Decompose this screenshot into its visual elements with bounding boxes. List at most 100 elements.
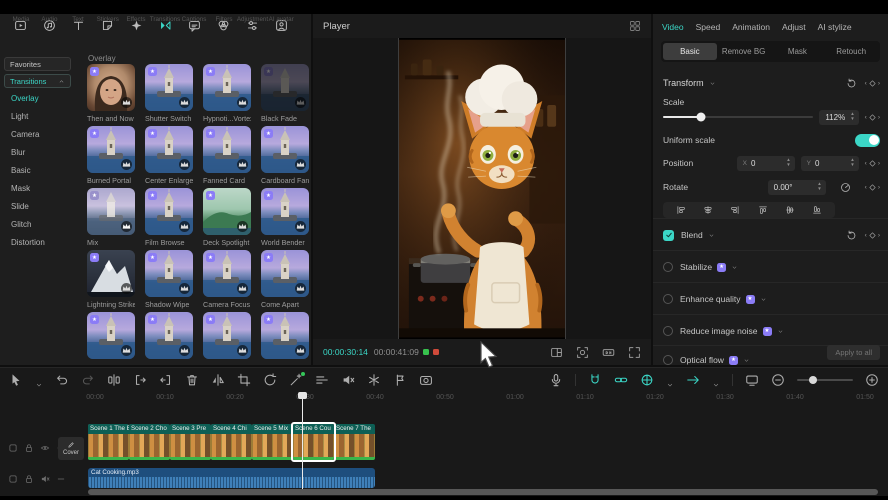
delete-icon[interactable] bbox=[185, 373, 199, 387]
beat-icon[interactable] bbox=[393, 373, 407, 387]
apply-to-all-button[interactable]: Apply to all bbox=[827, 345, 880, 360]
camera-icon[interactable] bbox=[419, 373, 433, 387]
audio-clip[interactable]: Cat Cooking.mp3 bbox=[88, 468, 375, 488]
framebox-icon[interactable] bbox=[8, 443, 18, 453]
ribbon-item-adjustment[interactable]: Adjustment bbox=[238, 19, 267, 50]
sidebar-item-slide[interactable]: Slide bbox=[11, 202, 29, 211]
uniform-scale-toggle[interactable] bbox=[855, 134, 880, 147]
select-icon[interactable] bbox=[9, 373, 23, 387]
chevron-down-icon[interactable] bbox=[731, 264, 738, 271]
ribbon-item-audio[interactable]: Audio bbox=[35, 19, 64, 50]
transition-item[interactable]: ★ bbox=[261, 312, 309, 359]
ribbon-item-media[interactable]: Media bbox=[6, 19, 35, 50]
position-keyframe[interactable]: ‹› bbox=[865, 159, 880, 168]
transition-item[interactable]: ★ bbox=[145, 312, 193, 359]
timeline-clip[interactable]: Scene 4 Chi bbox=[211, 424, 252, 460]
position-y-stepper[interactable]: ▲▼ bbox=[850, 158, 854, 167]
ribbon-item-transitions[interactable]: Transitions bbox=[151, 19, 180, 50]
align-t-icon[interactable] bbox=[758, 205, 768, 215]
sidebar-item-basic[interactable]: Basic bbox=[11, 166, 31, 175]
playhead[interactable] bbox=[302, 393, 303, 489]
sidebar-item-overlay[interactable]: Overlay bbox=[11, 94, 39, 103]
split-icon[interactable] bbox=[107, 373, 121, 387]
ribbon-item-ai-avatar[interactable]: AI avatar bbox=[267, 19, 296, 50]
scale-value-box[interactable]: 112% ▲▼ bbox=[819, 110, 858, 125]
sidebar-favorites-button[interactable]: Favorites bbox=[4, 57, 71, 71]
clip-selection-box[interactable] bbox=[291, 422, 336, 462]
rotate-dial-icon[interactable] bbox=[840, 182, 851, 193]
transition-item[interactable]: ★Mix bbox=[87, 188, 135, 247]
timeline-clip[interactable]: Scene 7 The bbox=[334, 424, 375, 460]
ribbon-item-text[interactable]: Text bbox=[64, 19, 93, 50]
mute-icon[interactable] bbox=[40, 474, 50, 484]
transition-item[interactable]: ★Burned Portal bbox=[87, 126, 135, 185]
chevron-down-icon[interactable] bbox=[743, 357, 750, 364]
subtab-remove-bg[interactable]: Remove BG bbox=[717, 43, 771, 60]
timeline-clip[interactable]: Scene 3 Pre bbox=[170, 424, 211, 460]
subtab-retouch[interactable]: Retouch bbox=[824, 43, 878, 60]
ribbon-item-captions[interactable]: Captions bbox=[180, 19, 209, 50]
rotate-value-box[interactable]: 0.00° ▲▼ bbox=[768, 180, 826, 195]
lock-icon[interactable] bbox=[24, 474, 34, 484]
position-x-stepper[interactable]: ▲▼ bbox=[786, 158, 790, 167]
playhead-handle[interactable] bbox=[298, 392, 307, 399]
timeline-horizontal-scrollbar[interactable] bbox=[88, 489, 878, 495]
blend-checkbox[interactable] bbox=[663, 230, 674, 241]
eye-icon[interactable] bbox=[40, 443, 50, 453]
ribbon-item-effects[interactable]: Effects bbox=[122, 19, 151, 50]
transition-item[interactable]: ★Deck Spotlight bbox=[203, 188, 251, 247]
align-b-icon[interactable] bbox=[812, 205, 822, 215]
mirror-icon[interactable] bbox=[211, 373, 225, 387]
adapt-display-icon[interactable] bbox=[745, 373, 759, 387]
chevron-down-icon[interactable] bbox=[708, 232, 715, 239]
timeline-clip[interactable]: Scene 2 Cho bbox=[129, 424, 170, 460]
scale-stepper[interactable]: ▲▼ bbox=[850, 112, 854, 121]
rotate-keyframe[interactable]: ‹› bbox=[865, 183, 880, 192]
ribbon-item-filters[interactable]: Filters bbox=[209, 19, 238, 50]
fullscreen-icon[interactable] bbox=[628, 346, 641, 359]
align-c-icon[interactable] bbox=[703, 205, 713, 215]
mute-icon[interactable] bbox=[341, 373, 355, 387]
freeze-icon[interactable] bbox=[367, 373, 381, 387]
keyframe-control[interactable]: ‹› bbox=[865, 231, 880, 240]
preview-quality-icon[interactable] bbox=[602, 346, 615, 359]
sidebar-item-camera[interactable]: Camera bbox=[11, 130, 39, 139]
stabilize-checkbox[interactable] bbox=[663, 262, 673, 272]
mic-icon[interactable] bbox=[549, 373, 563, 387]
tab-speed[interactable]: Speed bbox=[696, 22, 721, 32]
ripple-icon[interactable] bbox=[686, 373, 700, 387]
optical-flow-checkbox[interactable] bbox=[663, 355, 673, 365]
tab-ai-stylize[interactable]: AI stylize bbox=[818, 22, 852, 32]
caret-down-icon[interactable] bbox=[35, 376, 43, 384]
transition-item[interactable]: ★Lightning Strike bbox=[87, 250, 135, 309]
redo-icon[interactable] bbox=[81, 373, 95, 387]
cover-button[interactable]: Cover bbox=[58, 437, 84, 460]
sidebar-item-glitch[interactable]: Glitch bbox=[11, 220, 31, 229]
rotate-stepper[interactable]: ▲▼ bbox=[817, 182, 821, 191]
tab-adjust[interactable]: Adjust bbox=[782, 22, 806, 32]
transition-item[interactable]: ★Shutter Switch bbox=[145, 64, 193, 123]
align-r-icon[interactable] bbox=[730, 205, 740, 215]
reduce-image-noise-checkbox[interactable] bbox=[663, 326, 673, 336]
magnet-icon[interactable] bbox=[588, 373, 602, 387]
transition-item[interactable]: ★Then and Now bbox=[87, 64, 135, 123]
transition-item[interactable]: ★Shadow Wipe bbox=[145, 250, 193, 309]
zoom-out-icon[interactable] bbox=[771, 373, 785, 387]
magic-icon[interactable] bbox=[289, 373, 303, 387]
layout-grid-icon[interactable] bbox=[629, 20, 641, 32]
timeline-ruler[interactable]: 00:0000:1000:2000:3000:4000:5001:0001:10… bbox=[0, 392, 888, 406]
tracks-icon[interactable] bbox=[315, 373, 329, 387]
transition-item[interactable]: ★Cardboard Fan bbox=[261, 126, 309, 185]
sidebar-item-blur[interactable]: Blur bbox=[11, 148, 25, 157]
sidebar-item-distortion[interactable]: Distortion bbox=[11, 238, 45, 247]
subtab-mask[interactable]: Mask bbox=[771, 43, 825, 60]
crop-icon[interactable] bbox=[237, 373, 251, 387]
lock-icon[interactable] bbox=[24, 443, 34, 453]
timeline-clip[interactable]: Scene 5 Mix bbox=[252, 424, 293, 460]
chevron-down-icon[interactable] bbox=[709, 80, 716, 87]
timeline-zoom-slider[interactable] bbox=[797, 379, 853, 381]
caret-down-icon[interactable] bbox=[712, 376, 720, 384]
zoom-in-icon[interactable] bbox=[865, 373, 879, 387]
framebox-icon[interactable] bbox=[8, 474, 18, 484]
transition-item[interactable]: ★Come Apart bbox=[261, 250, 309, 309]
